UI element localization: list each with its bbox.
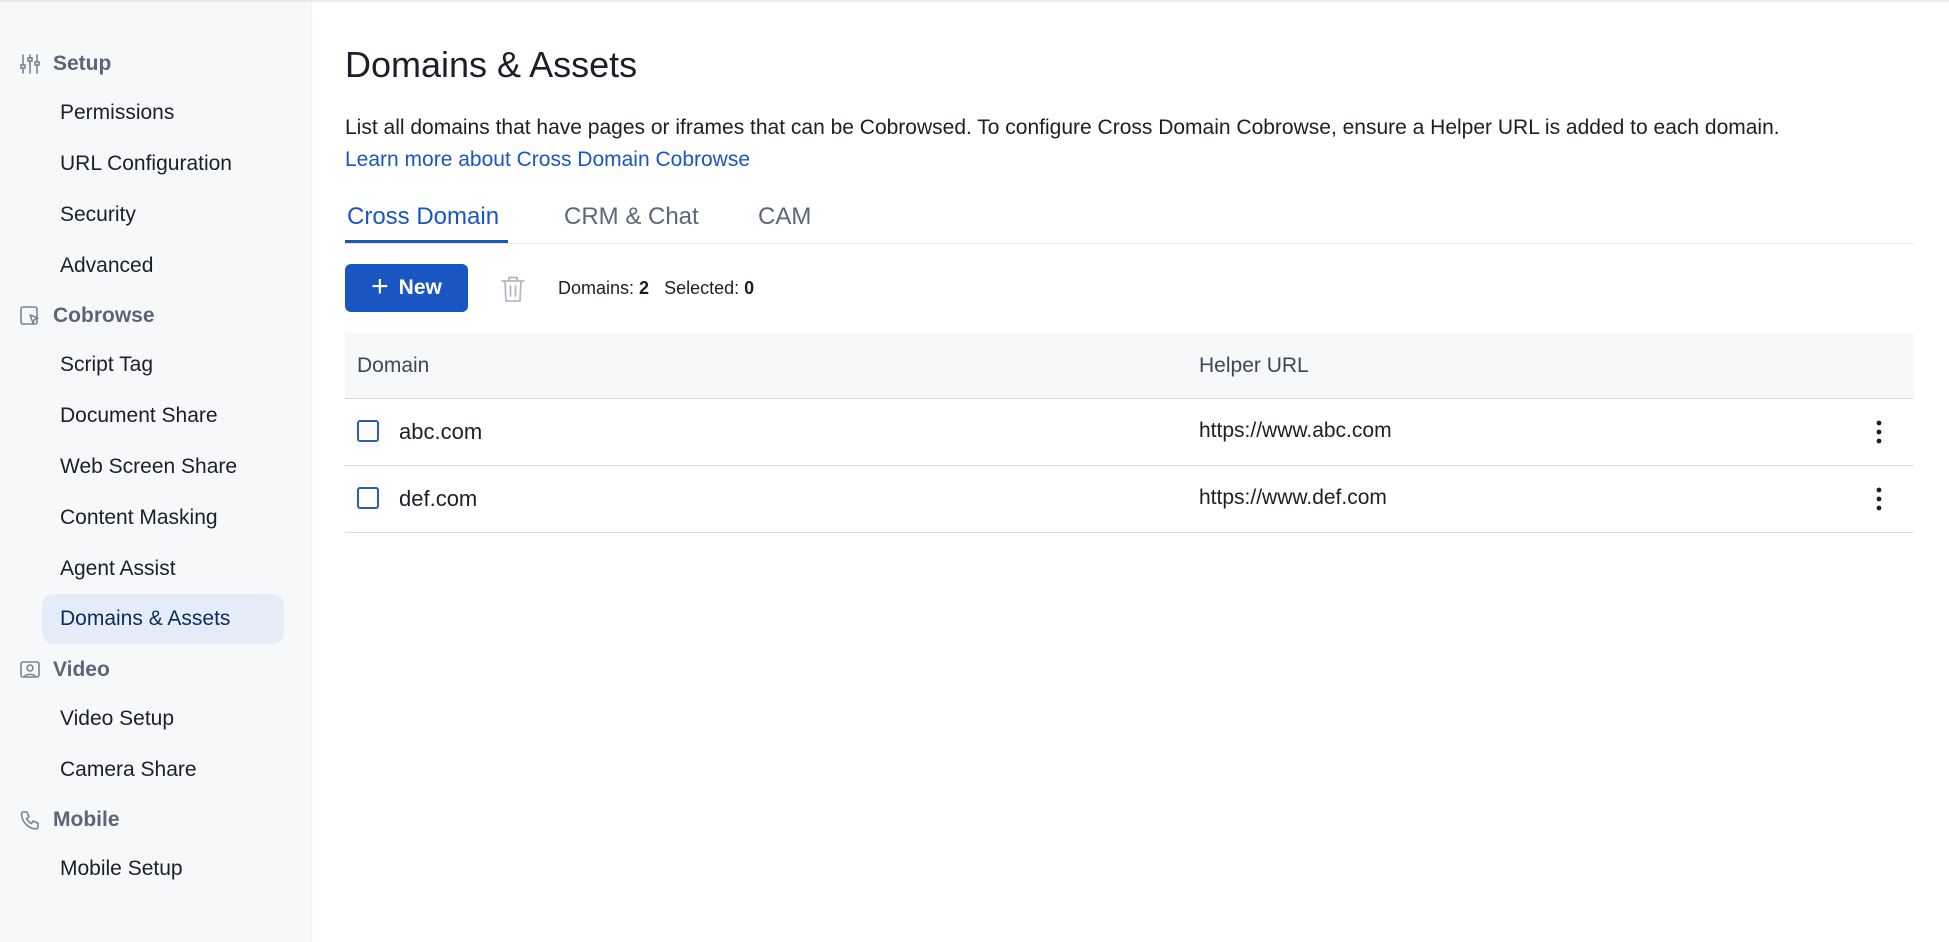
- domain-cell: def.com: [399, 486, 478, 511]
- sidebar-item-content-masking[interactable]: Content Masking: [42, 493, 284, 543]
- sidebar-item-security[interactable]: Security: [42, 190, 284, 240]
- sliders-icon: [20, 54, 40, 74]
- selected-count-label: Selected:: [664, 278, 740, 298]
- sidebar-section-cobrowse[interactable]: Cobrowse: [18, 301, 155, 331]
- table-header: Domain Helper URL: [345, 333, 1914, 399]
- table-row: def.com https://www.def.com: [345, 466, 1914, 533]
- row-checkbox[interactable]: [357, 420, 379, 442]
- domains-count-value: 2: [639, 278, 650, 298]
- row-checkbox[interactable]: [357, 487, 379, 509]
- sidebar-item-agent-assist[interactable]: Agent Assist: [42, 544, 284, 594]
- domain-cell: abc.com: [399, 419, 483, 444]
- video-person-icon: [20, 661, 40, 678]
- sidebar-item-script-tag[interactable]: Script Tag: [42, 340, 284, 390]
- page-description: List all domains that have pages or ifra…: [345, 116, 1780, 139]
- learn-more-link[interactable]: Learn more about Cross Domain Cobrowse: [345, 148, 750, 172]
- sidebar-section-mobile[interactable]: Mobile: [18, 805, 120, 835]
- domains-table: Domain Helper URL abc.com https://www.ab…: [345, 333, 1914, 533]
- tab-bar: Cross Domain CRM & Chat CAM: [345, 200, 1914, 244]
- selection-counts: Domains: 2 Selected: 0: [558, 278, 754, 299]
- selected-count-value: 0: [744, 278, 755, 298]
- tab-cross-domain[interactable]: Cross Domain: [347, 203, 499, 231]
- sidebar-item-advanced[interactable]: Advanced: [42, 241, 284, 291]
- sidebar-item-video-setup[interactable]: Video Setup: [42, 694, 284, 744]
- domains-count-label: Domains:: [558, 278, 635, 298]
- more-vertical-icon[interactable]: [1871, 486, 1887, 512]
- sidebar-section-label: Video: [53, 658, 110, 681]
- sidebar: Setup Permissions URL Configuration Secu…: [0, 2, 312, 942]
- sidebar-section-video[interactable]: Video: [18, 655, 110, 685]
- sidebar-item-url-configuration[interactable]: URL Configuration: [42, 139, 284, 189]
- more-vertical-icon[interactable]: [1871, 419, 1887, 445]
- table-row: abc.com https://www.abc.com: [345, 399, 1914, 466]
- sidebar-item-document-share[interactable]: Document Share: [42, 391, 284, 441]
- sidebar-item-domains-assets[interactable]: Domains & Assets: [42, 594, 284, 644]
- helper-url-cell: https://www.abc.com: [1199, 419, 1392, 442]
- sidebar-section-label: Setup: [53, 52, 112, 75]
- sidebar-item-web-screen-share[interactable]: Web Screen Share: [42, 442, 284, 492]
- sidebar-item-permissions[interactable]: Permissions: [42, 88, 284, 138]
- page-title: Domains & Assets: [345, 44, 638, 85]
- new-domain-button[interactable]: + New: [345, 264, 468, 312]
- trash-icon[interactable]: [500, 275, 526, 303]
- column-header-helper-url[interactable]: Helper URL: [1199, 354, 1309, 378]
- column-header-domain[interactable]: Domain: [357, 354, 429, 378]
- tab-cam[interactable]: CAM: [758, 203, 811, 231]
- plus-icon: +: [371, 269, 389, 303]
- sidebar-section-label: Cobrowse: [53, 304, 155, 327]
- sidebar-section-label: Mobile: [53, 808, 120, 831]
- new-button-label: New: [398, 276, 442, 299]
- helper-url-cell: https://www.def.com: [1199, 486, 1387, 509]
- main-content: Domains & Assets List all domains that h…: [345, 0, 1915, 942]
- sidebar-item-mobile-setup[interactable]: Mobile Setup: [42, 844, 284, 894]
- sidebar-item-camera-share[interactable]: Camera Share: [42, 745, 284, 795]
- phone-icon: [20, 811, 39, 830]
- sidebar-section-setup[interactable]: Setup: [18, 49, 111, 79]
- active-tab-indicator: [345, 240, 508, 243]
- tab-crm-chat[interactable]: CRM & Chat: [564, 203, 699, 231]
- cobrowse-icon: [20, 306, 39, 325]
